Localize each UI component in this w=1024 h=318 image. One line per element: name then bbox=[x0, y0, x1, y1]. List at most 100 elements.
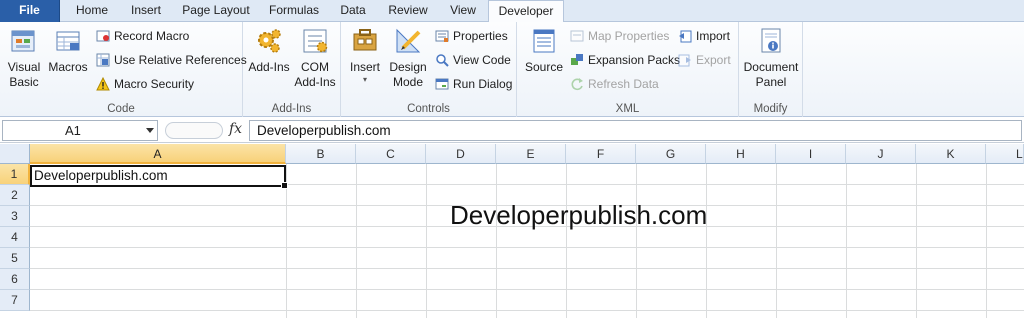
group-modify: Document Panel Modify bbox=[739, 22, 803, 117]
row-header-2[interactable]: 2 bbox=[0, 185, 30, 206]
refresh-data-button[interactable]: Refresh Data bbox=[570, 74, 659, 94]
column-header-b[interactable]: B bbox=[286, 144, 356, 164]
com-add-ins-icon bbox=[300, 26, 330, 56]
column-header-i[interactable]: I bbox=[776, 144, 846, 164]
column-header-f[interactable]: F bbox=[566, 144, 636, 164]
visual-basic-button[interactable]: Visual Basic bbox=[4, 26, 44, 90]
import-button[interactable]: Import bbox=[678, 26, 730, 46]
gridline bbox=[636, 164, 637, 318]
overlay-text-box: Developerpublish.com bbox=[450, 200, 708, 230]
select-all-button[interactable] bbox=[0, 144, 30, 164]
tab-data[interactable]: Data bbox=[332, 0, 374, 22]
tab-review[interactable]: Review bbox=[380, 0, 436, 22]
xml-source-label: Source bbox=[524, 60, 564, 74]
relative-references-icon bbox=[96, 53, 110, 67]
chevron-down-icon[interactable] bbox=[146, 128, 154, 133]
xml-source-icon bbox=[529, 26, 559, 56]
expansion-packs-label: Expansion Packs bbox=[588, 53, 681, 67]
chevron-down-icon: ▾ bbox=[362, 75, 367, 84]
tab-insert[interactable]: Insert bbox=[122, 0, 170, 22]
gridline bbox=[30, 310, 1024, 311]
column-header-k[interactable]: K bbox=[916, 144, 986, 164]
column-header-h[interactable]: H bbox=[706, 144, 776, 164]
group-modify-label: Modify bbox=[753, 103, 788, 115]
gridline bbox=[776, 164, 777, 318]
macro-security-label: Macro Security bbox=[114, 77, 195, 91]
formula-bar-splitter[interactable] bbox=[165, 122, 223, 139]
export-button[interactable]: Export bbox=[678, 50, 731, 70]
view-code-button[interactable]: View Code bbox=[435, 50, 511, 70]
gridline bbox=[356, 164, 357, 318]
column-header-g[interactable]: G bbox=[636, 144, 706, 164]
macros-button[interactable]: Macros bbox=[46, 26, 90, 75]
tab-developer[interactable]: Developer bbox=[488, 0, 564, 23]
tab-home[interactable]: Home bbox=[66, 0, 118, 22]
cell-a1[interactable]: Developerpublish.com bbox=[30, 165, 288, 189]
design-mode-button[interactable]: Design Mode bbox=[386, 26, 430, 90]
map-properties-button[interactable]: Map Properties bbox=[570, 26, 669, 46]
group-xml-label: XML bbox=[615, 103, 640, 115]
insert-control-button[interactable]: Insert ▾ bbox=[344, 26, 386, 85]
group-controls-label: Controls bbox=[407, 103, 450, 115]
com-add-ins-label-line1: COM bbox=[301, 60, 329, 74]
gridline bbox=[426, 164, 427, 318]
expansion-packs-button[interactable]: Expansion Packs bbox=[570, 50, 680, 70]
com-add-ins-label-line2: Add-Ins bbox=[294, 75, 336, 89]
properties-button[interactable]: Properties bbox=[435, 26, 508, 46]
tab-formulas[interactable]: Formulas bbox=[262, 0, 326, 22]
column-header-j[interactable]: J bbox=[846, 144, 916, 164]
document-panel-label-line2: Panel bbox=[755, 75, 787, 89]
column-header-a[interactable]: A bbox=[30, 144, 286, 164]
run-dialog-label: Run Dialog bbox=[453, 77, 513, 91]
column-header-c[interactable]: C bbox=[356, 144, 426, 164]
gridline bbox=[566, 164, 567, 318]
tab-page-layout[interactable]: Page Layout bbox=[176, 0, 256, 22]
document-panel-icon bbox=[756, 26, 786, 56]
row-header-1[interactable]: 1 bbox=[0, 164, 30, 185]
row-header-6[interactable]: 6 bbox=[0, 269, 30, 290]
row-header-7[interactable]: 7 bbox=[0, 290, 30, 311]
column-header-l[interactable]: L bbox=[986, 144, 1024, 164]
formula-buttons: fx bbox=[161, 120, 247, 141]
formula-input[interactable]: Developerpublish.com bbox=[249, 120, 1022, 141]
worksheet-grid[interactable]: A B C D E F G H I J K L 1 2 3 4 5 6 7 De… bbox=[0, 144, 1024, 318]
row-header-4[interactable]: 4 bbox=[0, 227, 30, 248]
refresh-icon bbox=[570, 77, 584, 91]
gridline bbox=[846, 164, 847, 318]
macro-security-button[interactable]: Macro Security bbox=[96, 74, 194, 94]
visual-basic-icon bbox=[9, 26, 39, 56]
record-macro-label: Record Macro bbox=[114, 29, 190, 43]
gridline bbox=[916, 164, 917, 318]
import-icon bbox=[678, 29, 692, 43]
map-properties-label: Map Properties bbox=[588, 29, 670, 43]
tab-file[interactable]: File bbox=[0, 0, 60, 22]
tab-view[interactable]: View bbox=[442, 0, 484, 22]
group-code: Visual Basic Macros Record Macro Use Rel… bbox=[0, 22, 247, 117]
column-header-d[interactable]: D bbox=[426, 144, 496, 164]
group-controls: Insert ▾ Design Mode Properties View Cod… bbox=[341, 22, 517, 117]
use-relative-references-button[interactable]: Use Relative References bbox=[96, 50, 247, 70]
row-header-5[interactable]: 5 bbox=[0, 248, 30, 269]
view-code-label: View Code bbox=[453, 53, 511, 67]
name-box[interactable]: A1 bbox=[2, 120, 158, 141]
design-mode-label-line1: Design bbox=[389, 60, 427, 74]
use-relative-references-label: Use Relative References bbox=[114, 53, 247, 67]
add-ins-button[interactable]: Add-Ins bbox=[246, 26, 292, 75]
ribbon-tab-bar: File Home Insert Page Layout Formulas Da… bbox=[0, 0, 1024, 23]
run-dialog-button[interactable]: Run Dialog bbox=[435, 74, 512, 94]
ribbon: Visual Basic Macros Record Macro Use Rel… bbox=[0, 22, 1024, 117]
import-label: Import bbox=[696, 29, 731, 43]
name-box-value: A1 bbox=[65, 123, 81, 138]
macros-icon bbox=[53, 26, 83, 56]
map-properties-icon bbox=[570, 29, 584, 43]
xml-source-button[interactable]: Source bbox=[521, 26, 567, 75]
insert-function-button[interactable]: fx bbox=[229, 121, 242, 137]
column-header-e[interactable]: E bbox=[496, 144, 566, 164]
com-add-ins-button[interactable]: COM Add-Ins bbox=[292, 26, 338, 90]
document-panel-button[interactable]: Document Panel bbox=[741, 26, 801, 90]
design-mode-label-line2: Mode bbox=[392, 75, 424, 89]
group-add-ins: Add-Ins COM Add-Ins Add-Ins bbox=[243, 22, 341, 117]
record-macro-button[interactable]: Record Macro bbox=[96, 26, 189, 46]
row-header-3[interactable]: 3 bbox=[0, 206, 30, 227]
group-code-label: Code bbox=[107, 103, 135, 115]
